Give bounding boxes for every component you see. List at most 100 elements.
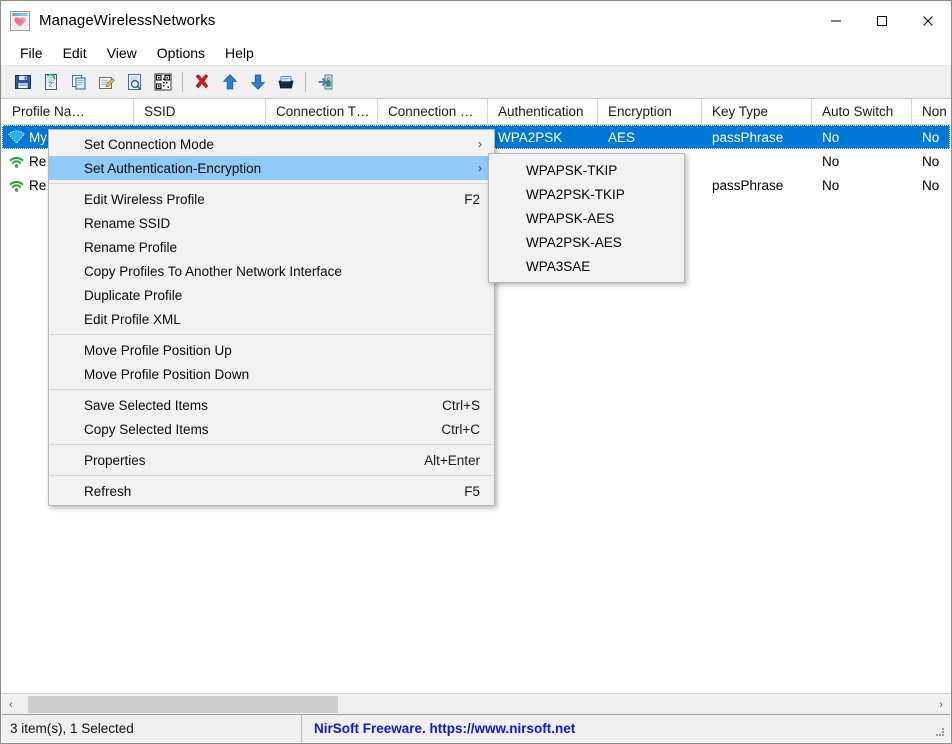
status-bar: 3 item(s), 1 Selected NirSoft Freeware. …	[2, 714, 950, 742]
svg-text:2: 2	[49, 81, 53, 88]
context-menu-separator	[50, 389, 493, 390]
menu-item-options[interactable]: Options	[147, 43, 215, 63]
edit-profile-icon[interactable]	[93, 69, 121, 95]
context-menu-item-set-authentication-encryption[interactable]: Set Authentication-Encryption ›	[49, 156, 494, 180]
column-header-encryption[interactable]: Encryption	[598, 99, 702, 124]
wifi-icon-green	[9, 156, 24, 168]
context-menu-item-move-profile-position-down[interactable]: Move Profile Position Down	[49, 362, 494, 386]
exit-icon[interactable]	[311, 69, 339, 95]
app-icon-band	[12, 12, 28, 16]
menu-item-edit[interactable]: Edit	[53, 43, 97, 63]
listview-header: Profile Na… SSID Connection T… Connectio…	[2, 99, 950, 125]
menu-item-view[interactable]: View	[97, 43, 147, 63]
move-up-icon[interactable]	[216, 69, 244, 95]
context-menu-item-refresh[interactable]: Refresh F5	[49, 479, 494, 503]
submenu-item-wpa2psk-aes[interactable]: WPA2PSK-AES	[489, 230, 684, 254]
context-menu-item-duplicate-profile[interactable]: Duplicate Profile	[49, 283, 494, 307]
context-menu-label: Move Profile Position Up	[84, 342, 232, 358]
authentication-encryption-submenu[interactable]: WPAPSK-TKIP WPA2PSK-TKIP WPAPSK-AES WPA2…	[488, 153, 685, 283]
context-menu[interactable]: Set Connection Mode › Set Authentication…	[48, 129, 495, 506]
menu-bar: File Edit View Options Help	[1, 40, 951, 65]
context-menu-separator	[50, 334, 493, 335]
options-icon[interactable]	[272, 69, 300, 95]
save-icon[interactable]	[9, 69, 37, 95]
scroll-right-arrow-icon[interactable]: ›	[932, 694, 950, 715]
title-bar: ManageWirelessNetworks	[1, 1, 951, 40]
context-menu-item-edit-profile-xml[interactable]: Edit Profile XML	[49, 307, 494, 331]
cell-text-profile-name: Re	[29, 153, 47, 169]
app-icon	[10, 10, 30, 31]
toolbar-separator-2	[305, 72, 306, 92]
column-header-auto-switch[interactable]: Auto Switch	[812, 99, 912, 124]
column-header-non[interactable]: Non	[912, 99, 950, 124]
app-icon-heart	[14, 17, 26, 28]
column-header-profile-name[interactable]: Profile Na…	[2, 99, 134, 124]
context-menu-item-save-selected-items[interactable]: Save Selected Items Ctrl+S	[49, 393, 494, 417]
context-menu-item-set-connection-mode[interactable]: Set Connection Mode ›	[49, 132, 494, 156]
menu-item-file[interactable]: File	[10, 43, 53, 63]
move-down-icon[interactable]	[244, 69, 272, 95]
horizontal-scrollbar[interactable]: ‹ ›	[2, 693, 950, 715]
context-menu-item-move-profile-position-up[interactable]: Move Profile Position Up	[49, 338, 494, 362]
chevron-right-icon: ›	[478, 137, 482, 151]
context-menu-accelerator: Alt+Enter	[424, 452, 480, 468]
context-menu-separator	[50, 183, 493, 184]
submenu-item-wpapsk-tkip[interactable]: WPAPSK-TKIP	[489, 158, 684, 182]
window-title: ManageWirelessNetworks	[39, 12, 216, 29]
submenu-item-wpa2psk-tkip[interactable]: WPA2PSK-TKIP	[489, 182, 684, 206]
chevron-right-icon: ›	[478, 161, 482, 175]
column-header-connection-mode[interactable]: Connection …	[378, 99, 488, 124]
cell-auto-switch: No	[822, 177, 840, 193]
context-menu-label: Copy Profiles To Another Network Interfa…	[84, 263, 342, 279]
column-header-ssid[interactable]: SSID	[134, 99, 266, 124]
scroll-left-arrow-icon[interactable]: ‹	[2, 694, 20, 715]
cell-text-profile-name: Re	[29, 177, 47, 193]
cell-non: No	[922, 177, 940, 193]
context-menu-item-properties[interactable]: Properties Alt+Enter	[49, 448, 494, 472]
maximize-button[interactable]	[859, 1, 905, 40]
copy-icon[interactable]	[65, 69, 93, 95]
minimize-button[interactable]	[813, 1, 859, 40]
context-menu-label: Copy Selected Items	[84, 421, 209, 437]
context-menu-label: Move Profile Position Down	[84, 366, 250, 382]
menu-item-help[interactable]: Help	[215, 43, 264, 63]
cell-authentication: WPA2PSK	[498, 129, 563, 145]
context-menu-label: Refresh	[84, 483, 132, 499]
context-menu-item-edit-wireless-profile[interactable]: Edit Wireless Profile F2	[49, 187, 494, 211]
cell-key-type: passPhrase	[712, 177, 784, 193]
scrollbar-track[interactable]	[20, 694, 932, 715]
close-button[interactable]	[905, 1, 951, 40]
export-html-icon[interactable]: 2	[37, 69, 65, 95]
context-menu-label: Set Authentication-Encryption	[84, 160, 262, 176]
context-menu-accelerator: F5	[464, 483, 480, 499]
properties-icon[interactable]	[121, 69, 149, 95]
cell-non: No	[922, 129, 940, 145]
context-menu-accelerator: Ctrl+C	[441, 421, 480, 437]
submenu-item-wpapsk-aes[interactable]: WPAPSK-AES	[489, 206, 684, 230]
context-menu-item-rename-profile[interactable]: Rename Profile	[49, 235, 494, 259]
context-menu-label: Properties	[84, 452, 146, 468]
column-header-key-type[interactable]: Key Type	[702, 99, 812, 124]
resize-grip-icon[interactable]	[933, 722, 947, 736]
context-menu-item-rename-ssid[interactable]: Rename SSID	[49, 211, 494, 235]
column-header-authentication[interactable]: Authentication	[488, 99, 598, 124]
context-menu-item-copy-selected-items[interactable]: Copy Selected Items Ctrl+C	[49, 417, 494, 441]
cell-key-type: passPhrase	[712, 129, 784, 145]
context-menu-label: Save Selected Items	[84, 397, 208, 413]
scrollbar-thumb[interactable]	[28, 696, 338, 713]
context-menu-item-copy-profiles-to-another-network-interface[interactable]: Copy Profiles To Another Network Interfa…	[49, 259, 494, 283]
delete-icon[interactable]	[188, 69, 216, 95]
qrcode-icon[interactable]	[149, 69, 177, 95]
context-menu-accelerator: F2	[464, 191, 480, 207]
toolbar-separator-1	[182, 72, 183, 92]
cell-non: No	[922, 153, 940, 169]
context-menu-separator	[50, 444, 493, 445]
column-header-connection-type[interactable]: Connection T…	[266, 99, 378, 124]
context-menu-label: Edit Profile XML	[84, 311, 181, 327]
submenu-item-wpa3sae[interactable]: WPA3SAE	[489, 254, 684, 278]
cell-auto-switch: No	[822, 129, 840, 145]
cell-text-profile-name: My	[29, 129, 47, 145]
wifi-icon-green	[9, 180, 24, 192]
window-controls	[813, 1, 951, 40]
status-credit-link[interactable]: NirSoft Freeware. https://www.nirsoft.ne…	[302, 715, 933, 742]
